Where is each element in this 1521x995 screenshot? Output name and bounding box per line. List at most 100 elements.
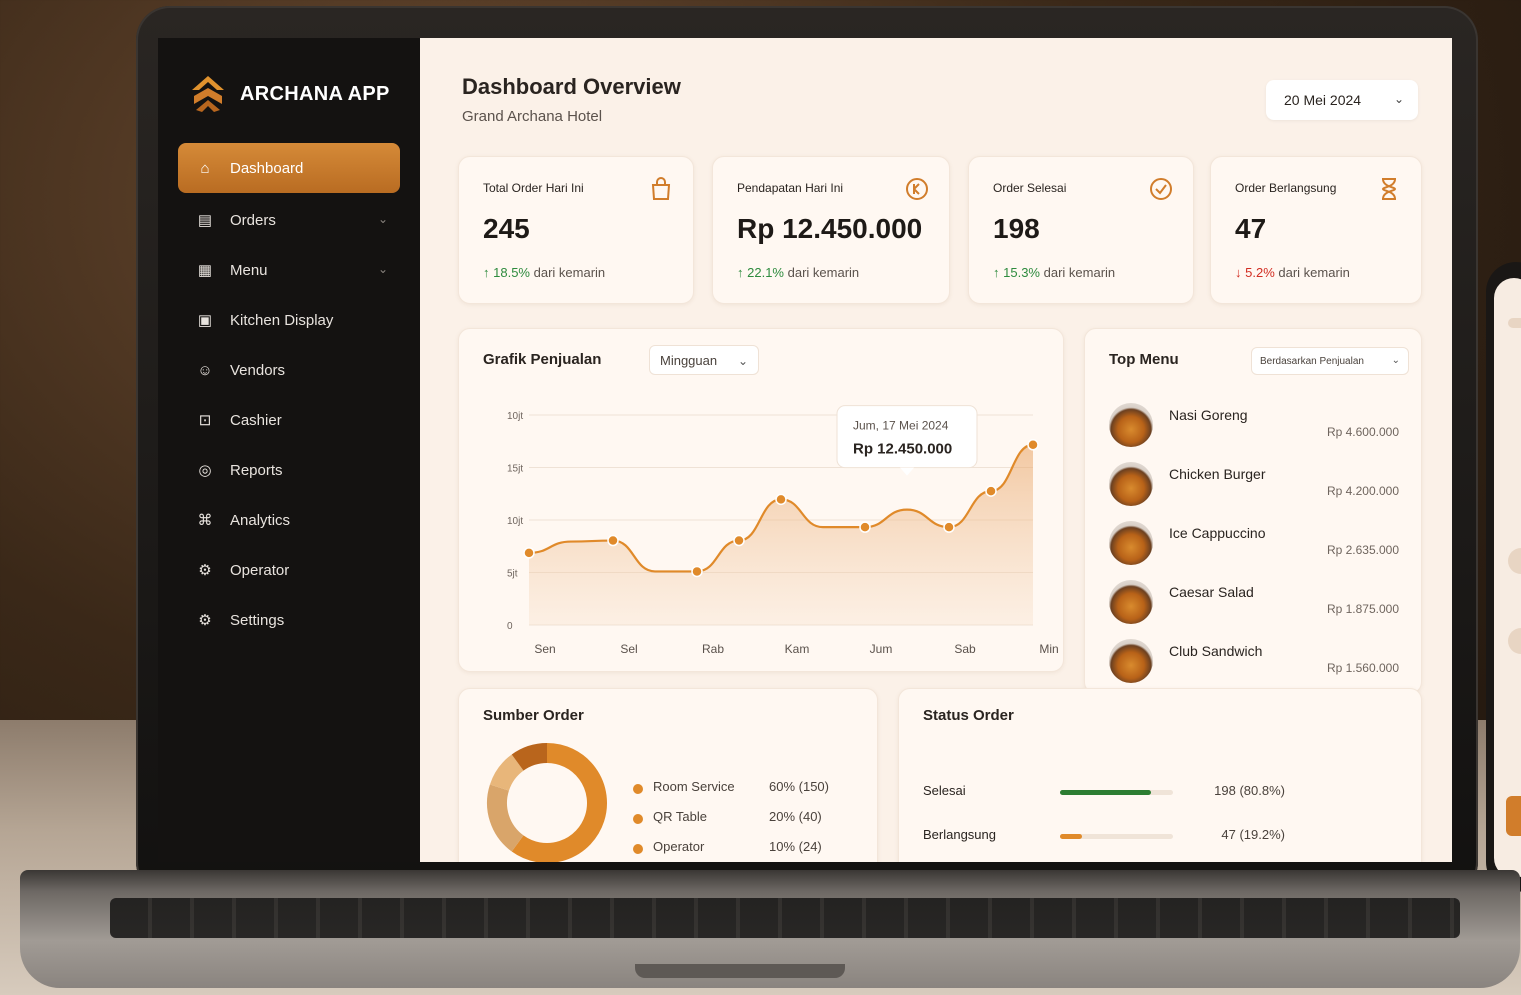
- sales-point[interactable]: [691, 565, 703, 578]
- x-tick-label: Jum: [870, 642, 893, 656]
- sort-selector[interactable]: Berdasarkan Penjualan ⌄: [1251, 347, 1409, 375]
- sidebar-item-label: Dashboard: [230, 159, 304, 177]
- stat-card: Order Selesai 198 ↑ 15.3% dari kemarin: [968, 156, 1194, 304]
- phone-screen: [1494, 278, 1521, 878]
- sales-point[interactable]: [733, 534, 745, 547]
- x-tick-label: Kam: [785, 642, 810, 656]
- menu-item-price: Rp 4.600.000: [1326, 425, 1399, 439]
- top-menu-item[interactable]: Caesar Salad Rp 1.875.000: [1109, 576, 1399, 626]
- stat-change-suffix: dari kemarin: [1040, 265, 1116, 280]
- chevron-down-icon: ⌄: [1393, 92, 1404, 106]
- main-content: Dashboard Overview Grand Archana Hotel 2…: [420, 38, 1452, 862]
- order-status-card: Status Order Selesai 198 (80.8%) Berlangsu…: [898, 688, 1422, 862]
- legend-label: Room Service: [653, 779, 735, 794]
- x-tick-label: Sen: [534, 642, 555, 656]
- sales-point[interactable]: [607, 534, 619, 547]
- stat-value: Rp 12.450.000: [737, 213, 923, 244]
- sidebar-item-vendors[interactable]: ☺ Vendors: [178, 345, 400, 395]
- chevron-down-icon: ⌄: [377, 212, 388, 226]
- shopping-bag-icon: [651, 177, 671, 200]
- legend-dot: [633, 784, 643, 794]
- chevron-down-icon: ⌄: [377, 262, 388, 276]
- donut-segment: [511, 743, 607, 862]
- order-source-title: Sumber Order: [483, 707, 584, 724]
- y-tick-label: 10jt: [507, 411, 523, 422]
- stat-value: 245: [483, 213, 530, 244]
- y-tick-label: 15jt: [507, 464, 523, 475]
- sales-point[interactable]: [775, 493, 787, 506]
- menu-item-name: Caesar Salad: [1169, 584, 1254, 600]
- stat-change: ↓ 5.2% dari kemarin: [1235, 265, 1350, 280]
- sidebar-item-label: Kitchen Display: [230, 311, 334, 329]
- revenue-icon: [906, 178, 928, 200]
- period-value: Mingguan: [660, 352, 718, 368]
- status-progress-track: [1060, 834, 1173, 839]
- stat-change: ↑ 18.5% dari kemarin: [483, 265, 605, 280]
- sales-point[interactable]: [1027, 439, 1039, 451]
- menu-item-price: Rp 2.635.000: [1326, 543, 1399, 557]
- chart-tooltip: Jum, 17 Mei 2024 Rp 12.450.000: [836, 405, 978, 476]
- status-label: Selesai: [923, 783, 966, 798]
- dish-thumbnail: [1109, 403, 1153, 447]
- x-tick-label: Sab: [954, 642, 976, 656]
- date-selector[interactable]: 20 Mei 2024 ⌄: [1266, 80, 1418, 120]
- top-menu-item[interactable]: Chicken Burger Rp 4.200.000: [1109, 458, 1399, 508]
- menu-item-name: Chicken Burger: [1169, 466, 1266, 482]
- sidebar-item-label: Cashier: [230, 411, 282, 429]
- stat-label: Total Order Hari Ini: [483, 181, 584, 195]
- top-menu-item[interactable]: Nasi Goreng Rp 4.600.000: [1109, 399, 1399, 449]
- legend-label: QR Table: [653, 809, 707, 824]
- sidebar-item-analytics[interactable]: ⌘ Analytics: [178, 495, 400, 545]
- sidebar-item-reports[interactable]: ◎ Reports: [178, 445, 400, 495]
- page-subtitle: Grand Archana Hotel: [462, 108, 603, 125]
- top-menu-card: Top Menu Berdasarkan Penjualan ⌄ Nasi Go…: [1084, 328, 1422, 694]
- x-tick-label: Min: [1039, 642, 1058, 656]
- sales-point[interactable]: [859, 521, 871, 533]
- legend-dot: [633, 844, 643, 854]
- top-menu-item[interactable]: Club Sandwich Rp 1.560.000: [1109, 635, 1399, 685]
- sales-area: [529, 444, 1033, 625]
- hourglass-icon: [1381, 178, 1397, 200]
- order-source-legend-item: Room Service 60% (150): [633, 779, 853, 801]
- sidebar-item-kitchen-display[interactable]: ▣ Kitchen Display: [178, 295, 400, 345]
- sidebar-item-menu[interactable]: ▦ Menu ⌄: [178, 245, 400, 295]
- stat-label: Pendapatan Hari Ini: [737, 181, 844, 195]
- period-selector[interactable]: Mingguan ⌄: [649, 345, 759, 375]
- donut-segment: [511, 743, 548, 771]
- sales-point[interactable]: [943, 521, 955, 533]
- brand-name: ARCHANA APP: [240, 82, 390, 105]
- sales-point[interactable]: [985, 485, 997, 497]
- menu-item-name: Ice Cappuccino: [1169, 525, 1266, 541]
- donut-segment: [487, 784, 524, 852]
- sidebar-item-cashier[interactable]: ⊡ Cashier: [178, 395, 400, 445]
- stat-change-suffix: dari kemarin: [530, 265, 606, 280]
- sidebar: ARCHANA APP ⌂ Dashboard ▤ Orders ⌄ ▦ Menu ⌄ ▣ Kit…: [158, 38, 420, 862]
- top-menu-item[interactable]: Ice Cappuccino Rp 2.635.000: [1109, 517, 1399, 567]
- sidebar-item-settings[interactable]: ⚙ Settings: [178, 595, 400, 645]
- menu-item-price: Rp 1.560.000: [1326, 661, 1399, 675]
- status-value: 47 (19.2%): [1221, 827, 1285, 842]
- legend-value: 60% (150): [769, 779, 829, 794]
- home-icon: ⌂: [200, 159, 210, 177]
- sidebar-item-orders[interactable]: ▤ Orders ⌄: [178, 195, 400, 245]
- sidebar-item-operator[interactable]: ⚙ Operator: [178, 545, 400, 595]
- donut-segment: [489, 754, 524, 792]
- laptop-notch: [635, 964, 845, 978]
- stat-value: 198: [993, 213, 1040, 244]
- sidebar-item-label: Orders: [230, 211, 276, 229]
- sidebar-item-dashboard[interactable]: ⌂ Dashboard: [178, 143, 400, 193]
- legend-label: Operator: [653, 839, 705, 854]
- stat-label: Order Selesai: [993, 181, 1067, 195]
- gear-icon: ⚙: [198, 562, 212, 579]
- menu-icon: ▦: [197, 262, 213, 279]
- sales-point[interactable]: [523, 547, 535, 559]
- arrow-down-icon: ↓: [1235, 265, 1246, 280]
- app-screen: ARCHANA APP ⌂ Dashboard ▤ Orders ⌄ ▦ Menu ⌄ ▣ Kit…: [158, 38, 1452, 862]
- sales-chart-card: 0 5jt 10jt 15jt 10jt Sen Sel Rab Kam Jum Sab Min Jum…: [458, 328, 1064, 672]
- brand[interactable]: ARCHANA APP: [190, 74, 390, 114]
- dish-thumbnail: [1109, 521, 1153, 565]
- x-tick-label: Sel: [620, 642, 637, 656]
- legend-value: 20% (40): [769, 809, 822, 824]
- sidebar-item-label: Operator: [230, 561, 290, 579]
- sort-value: Berdasarkan Penjualan: [1260, 355, 1364, 367]
